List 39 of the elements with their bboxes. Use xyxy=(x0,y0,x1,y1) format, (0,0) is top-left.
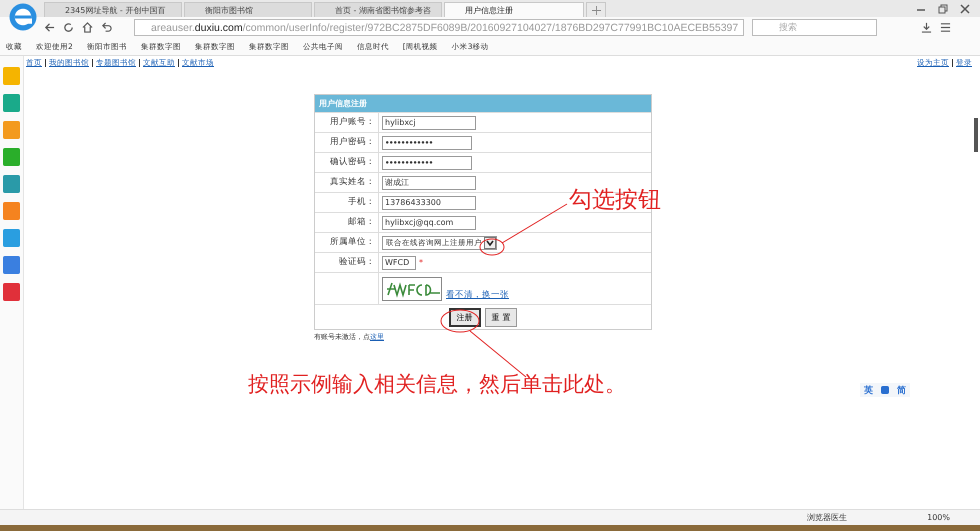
browser-tab[interactable]: 2345网址导航 - 开创中国百 xyxy=(44,2,182,17)
restore-icon[interactable] xyxy=(938,4,948,14)
annotation-text: 勾选按钮 xyxy=(569,186,661,215)
captcha-drawing xyxy=(382,277,442,301)
field-label: 验证码： xyxy=(315,253,379,272)
browser-tab[interactable]: 首页 - 湖南省图书馆参考咨 xyxy=(314,2,442,17)
back-icon[interactable] xyxy=(44,22,55,33)
menu-icon[interactable] xyxy=(940,22,951,33)
chevron-down-icon[interactable] xyxy=(484,236,496,248)
annotation-text: 按照示例输入相关信息，然后单击此处。 xyxy=(248,371,626,398)
browser-tab[interactable]: 用户信息注册 xyxy=(444,2,584,17)
address-field[interactable]: areauser.duxiu.com/common/userInfo/register/972BC2875DF6089B/20160927104027/1876BD297C77991BC10AECEB55397 xyxy=(134,19,744,36)
field-label: 所属单位： xyxy=(315,233,379,252)
reset-button[interactable]: 重 置 xyxy=(484,308,518,327)
input-field[interactable]: hylibxcj@qq.com xyxy=(382,216,476,230)
ime-toolbar[interactable]: 英 简 xyxy=(860,383,910,397)
required-mark: * xyxy=(419,258,423,267)
zoom-level[interactable]: 100% xyxy=(927,513,950,522)
browser-tab[interactable]: 衡阳市图书馆 xyxy=(184,2,312,17)
input-field[interactable]: 谢成江 xyxy=(382,176,476,190)
refresh-captcha-link[interactable]: 看不清，换一张 xyxy=(446,289,509,301)
home-icon[interactable] xyxy=(82,22,93,33)
field-label: 用户密码： xyxy=(315,133,379,152)
field-label: 手机： xyxy=(315,193,379,212)
browser-doctor-button[interactable]: 浏览器医生 xyxy=(807,512,848,523)
input-field[interactable]: hylibxcj xyxy=(382,116,476,130)
field-label: 邮箱： xyxy=(315,213,379,232)
register-button[interactable]: 注册 xyxy=(448,308,481,327)
field-label: 用户账号： xyxy=(315,113,379,132)
reload-icon[interactable] xyxy=(63,22,74,33)
field-label: 真实姓名： xyxy=(315,173,379,192)
input-field[interactable]: 13786433300 xyxy=(382,196,476,210)
captcha-field[interactable]: WFCD xyxy=(382,256,416,270)
download-icon[interactable] xyxy=(921,22,932,33)
form-title: 用户信息注册 xyxy=(315,95,651,112)
undo-icon[interactable] xyxy=(101,22,112,33)
close-icon[interactable] xyxy=(960,4,970,14)
scroll-handle[interactable] xyxy=(974,118,978,152)
field-label: 确认密码： xyxy=(315,153,379,172)
